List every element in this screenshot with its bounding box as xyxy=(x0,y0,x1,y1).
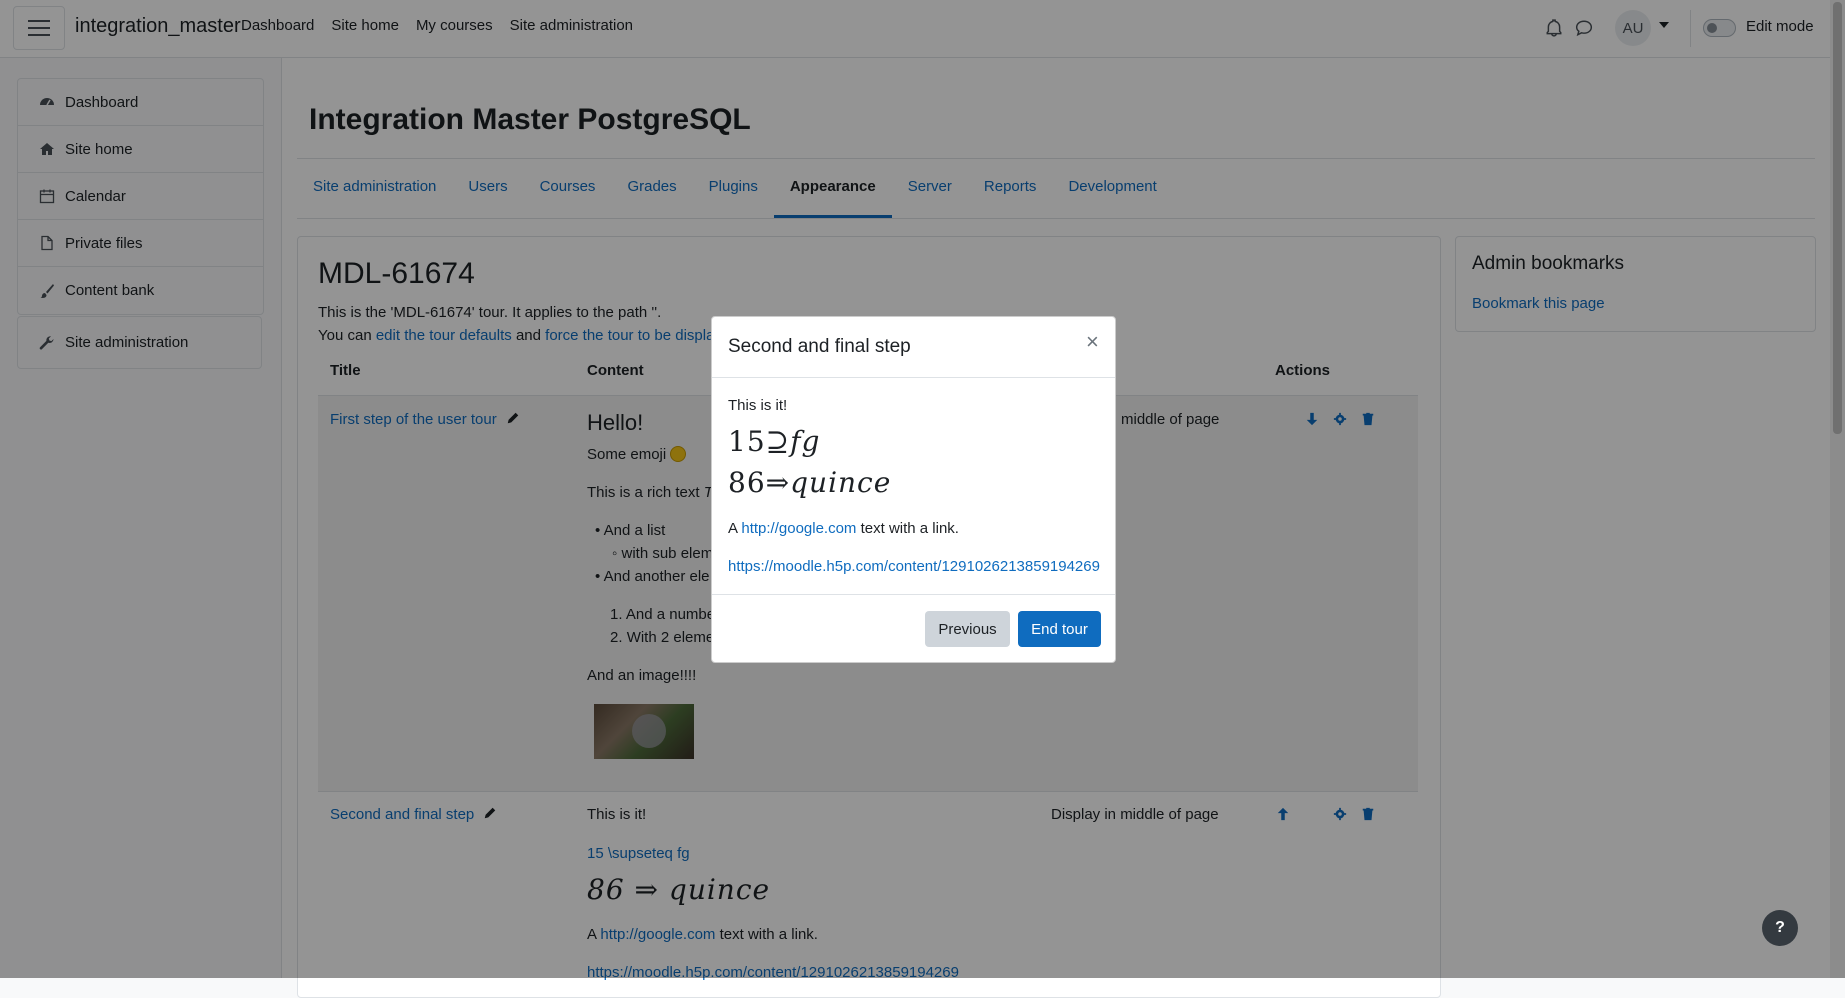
math-operator: ⇒ xyxy=(765,466,791,499)
help-button[interactable]: ? xyxy=(1762,910,1798,946)
math-number: 15 xyxy=(728,425,766,458)
dialog-footer-divider xyxy=(712,594,1115,595)
dialog-divider xyxy=(712,377,1115,378)
dialog-title: Second and final step xyxy=(728,336,911,357)
dialog-link-line: A http://google.com text with a link. xyxy=(728,520,959,537)
dialog-text: This is it! xyxy=(728,397,788,414)
math-number: 86 xyxy=(728,466,766,499)
previous-button[interactable]: Previous xyxy=(925,611,1010,647)
math-variable: quince xyxy=(790,466,892,499)
text-fragment: text with a link. xyxy=(856,520,959,537)
math-operator: ⊇ xyxy=(765,425,791,458)
text-fragment: A xyxy=(728,520,742,537)
math-variable: fg xyxy=(790,425,821,458)
dialog-math-1: 15⊇fg xyxy=(728,425,820,458)
dialog-math-2: 86⇒quince xyxy=(728,466,891,499)
end-tour-button[interactable]: End tour xyxy=(1018,611,1101,647)
dialog-h5p-link[interactable]: https://moodle.h5p.com/content/129102621… xyxy=(728,558,1100,575)
tour-step-dialog: Second and final step × This is it! 15⊇f… xyxy=(711,316,1116,663)
close-icon[interactable]: × xyxy=(1086,329,1099,355)
dialog-google-link[interactable]: http://google.com xyxy=(741,520,856,537)
